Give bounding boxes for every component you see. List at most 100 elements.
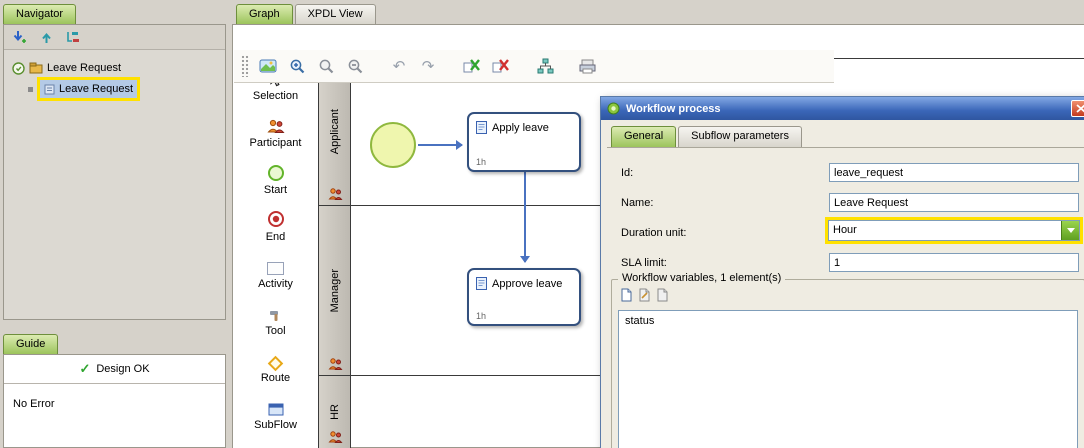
graph-overview-icon[interactable]	[258, 56, 278, 76]
tab-navigator[interactable]: Navigator	[3, 4, 76, 24]
new-variable-icon[interactable]	[620, 288, 633, 302]
participant-icon	[267, 119, 285, 134]
palette-label: Selection	[253, 90, 298, 102]
workflow-variables-title: Workflow variables, 1 element(s)	[618, 272, 785, 284]
edit-variable-icon[interactable]	[638, 288, 651, 302]
start-icon	[268, 165, 284, 181]
activity-duration: 1h	[476, 157, 486, 167]
palette-item-start[interactable]: Start	[233, 152, 318, 199]
activity-approve-leave[interactable]: Approve leave 1h	[467, 268, 581, 326]
zoom-actual-icon[interactable]	[316, 56, 336, 76]
name-field[interactable]	[829, 193, 1079, 212]
palette-item-tool[interactable]: Tool	[233, 293, 318, 340]
duration-unit-value: Hour	[829, 221, 1061, 240]
tree-selected-item[interactable]: Leave Request	[37, 77, 140, 101]
guide-panel: ✓ Design OK No Error	[3, 354, 226, 448]
palette-label: Activity	[258, 278, 293, 290]
palette-item-activity[interactable]: Activity	[233, 246, 318, 293]
end-icon	[267, 210, 285, 228]
tab-xpdl-view[interactable]: XPDL View	[295, 4, 376, 24]
tree-child-label: Leave Request	[59, 83, 133, 95]
variable-list-item[interactable]: status	[619, 311, 1077, 331]
close-icon[interactable]	[1071, 100, 1084, 117]
activity-apply-leave[interactable]: Apply leave 1h	[467, 112, 581, 172]
workflow-process-dialog: Workflow process General Subflow paramet…	[600, 96, 1084, 448]
route-icon	[268, 356, 284, 372]
arrow-down-plus-icon[interactable]	[9, 27, 29, 47]
activity-duration: 1h	[476, 311, 486, 321]
palette-label: End	[266, 231, 286, 243]
dialog-icon	[607, 102, 620, 115]
left-panel: Navigator	[0, 0, 229, 448]
palette-label: Participant	[250, 137, 302, 149]
tab-general[interactable]: General	[611, 126, 676, 147]
variables-toolbar	[620, 288, 669, 302]
palette-item-participant[interactable]: Participant	[233, 105, 318, 152]
tab-separator	[607, 147, 1084, 148]
lane-header-hr[interactable]: HR	[319, 376, 351, 448]
process-item-icon	[44, 84, 55, 95]
workflow-editor-window: Navigator	[0, 0, 1084, 448]
zoom-out-icon[interactable]	[345, 56, 365, 76]
green-x-icon[interactable]	[462, 56, 482, 76]
duplicate-variable-icon[interactable]	[656, 288, 669, 302]
participant-icon	[328, 358, 343, 370]
sort-tree-icon[interactable]	[63, 27, 83, 47]
sla-limit-field[interactable]	[829, 253, 1079, 272]
activity-label: Approve leave	[492, 278, 562, 290]
activity-doc-icon	[476, 277, 487, 290]
lane-header-manager[interactable]: Manager	[319, 206, 351, 375]
dialog-title: Workflow process	[626, 103, 721, 115]
tree-bullet-icon	[28, 87, 33, 92]
duration-unit-select[interactable]: Hour	[828, 220, 1080, 241]
toolbar-grip-handle[interactable]	[241, 55, 249, 77]
check-ok-icon: ✓	[79, 361, 90, 377]
navigator-tree: Leave Request Leave Request	[4, 50, 225, 319]
tab-guide[interactable]: Guide	[3, 334, 58, 354]
redo-icon[interactable]: ↷	[418, 56, 438, 76]
start-event-node[interactable]	[370, 122, 416, 168]
transition-arrow[interactable]	[524, 172, 526, 262]
tool-icon	[268, 309, 283, 322]
dialog-tabs: General Subflow parameters	[611, 126, 802, 147]
tree-row-root[interactable]: Leave Request	[4, 59, 225, 77]
id-field[interactable]	[829, 163, 1079, 182]
navigator-toolbar	[4, 25, 225, 50]
tree-row-child[interactable]: Leave Request	[4, 77, 225, 101]
palette-label: SubFlow	[254, 419, 297, 431]
lane-name: Applicant	[329, 109, 341, 154]
red-x-icon[interactable]	[491, 56, 511, 76]
palette-item-end[interactable]: End	[233, 199, 318, 246]
palette-label: Tool	[265, 325, 285, 337]
participant-icon	[328, 431, 343, 443]
guide-message: No Error	[4, 384, 225, 424]
chevron-down-icon[interactable]	[1061, 221, 1079, 240]
palette-label: Route	[261, 372, 290, 384]
activity-icon	[267, 262, 284, 275]
workflow-variables-group: Workflow variables, 1 element(s) status	[611, 279, 1084, 448]
editor-tabs: Graph XPDL View	[236, 4, 376, 24]
graph-toolbar: ↶ ↷	[234, 50, 834, 83]
zoom-in-icon[interactable]	[287, 56, 307, 76]
palette-item-route[interactable]: Route	[233, 340, 318, 387]
lane-name: Manager	[329, 269, 341, 312]
arrow-up-icon[interactable]	[36, 27, 56, 47]
dialog-titlebar[interactable]: Workflow process	[601, 97, 1084, 120]
tree-layout-icon[interactable]	[535, 56, 555, 76]
variables-list[interactable]: status	[618, 310, 1078, 448]
lane-name: HR	[329, 404, 341, 420]
tab-graph[interactable]: Graph	[236, 4, 293, 24]
transition-arrow[interactable]	[418, 144, 462, 146]
activity-label: Apply leave	[492, 122, 549, 134]
subflow-icon	[268, 403, 284, 416]
print-icon[interactable]	[577, 56, 597, 76]
duration-unit-label: Duration unit:	[621, 227, 686, 239]
process-badge-icon	[12, 62, 25, 75]
tab-subflow-parameters[interactable]: Subflow parameters	[678, 126, 802, 147]
id-label: Id:	[621, 167, 633, 179]
undo-icon[interactable]: ↶	[389, 56, 409, 76]
design-status-row: ✓ Design OK	[4, 355, 225, 384]
name-label: Name:	[621, 197, 653, 209]
palette-item-subflow[interactable]: SubFlow	[233, 387, 318, 434]
palette-item-connector[interactable]	[233, 434, 318, 448]
